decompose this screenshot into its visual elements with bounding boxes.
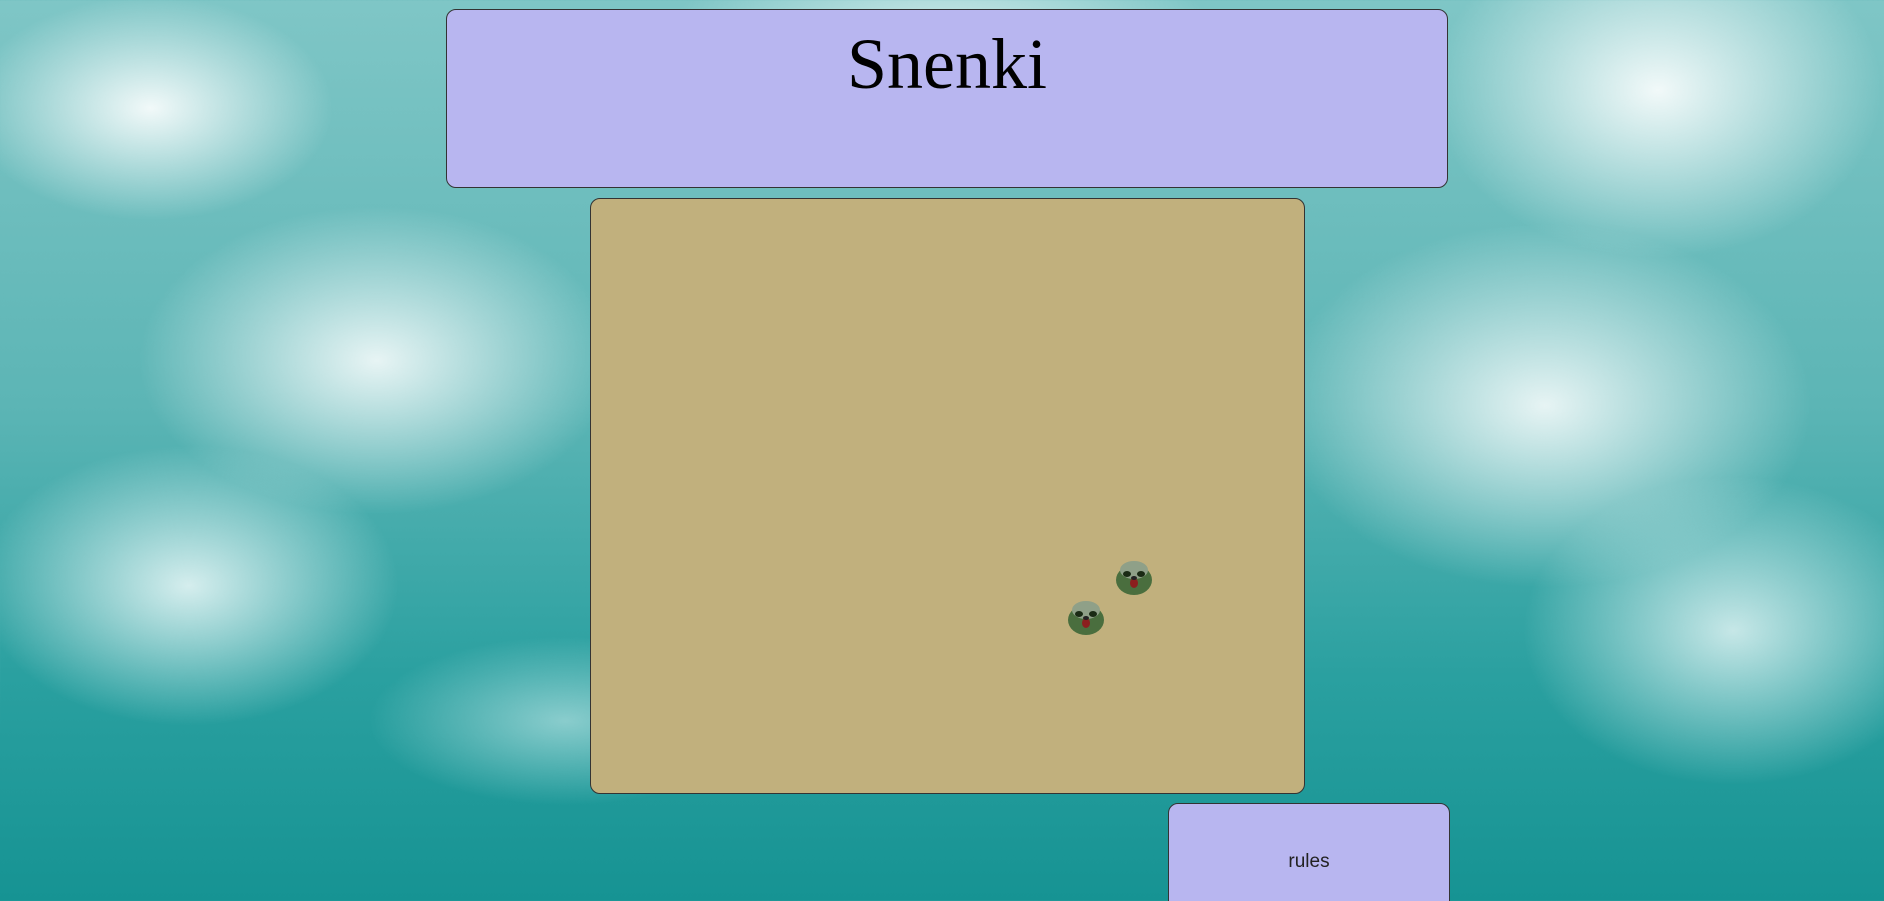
rules-button[interactable]: rules (1168, 803, 1450, 901)
seal-head-icon (1116, 561, 1152, 595)
game-board[interactable] (590, 198, 1305, 794)
seal-head-icon (1068, 601, 1104, 635)
game-title: Snenki (846, 24, 1047, 104)
header-panel: Snenki (446, 9, 1448, 188)
ocean-background: { "header": { "title": "Snenki" }, "boar… (0, 0, 1884, 901)
rules-button-label: rules (1288, 851, 1330, 872)
